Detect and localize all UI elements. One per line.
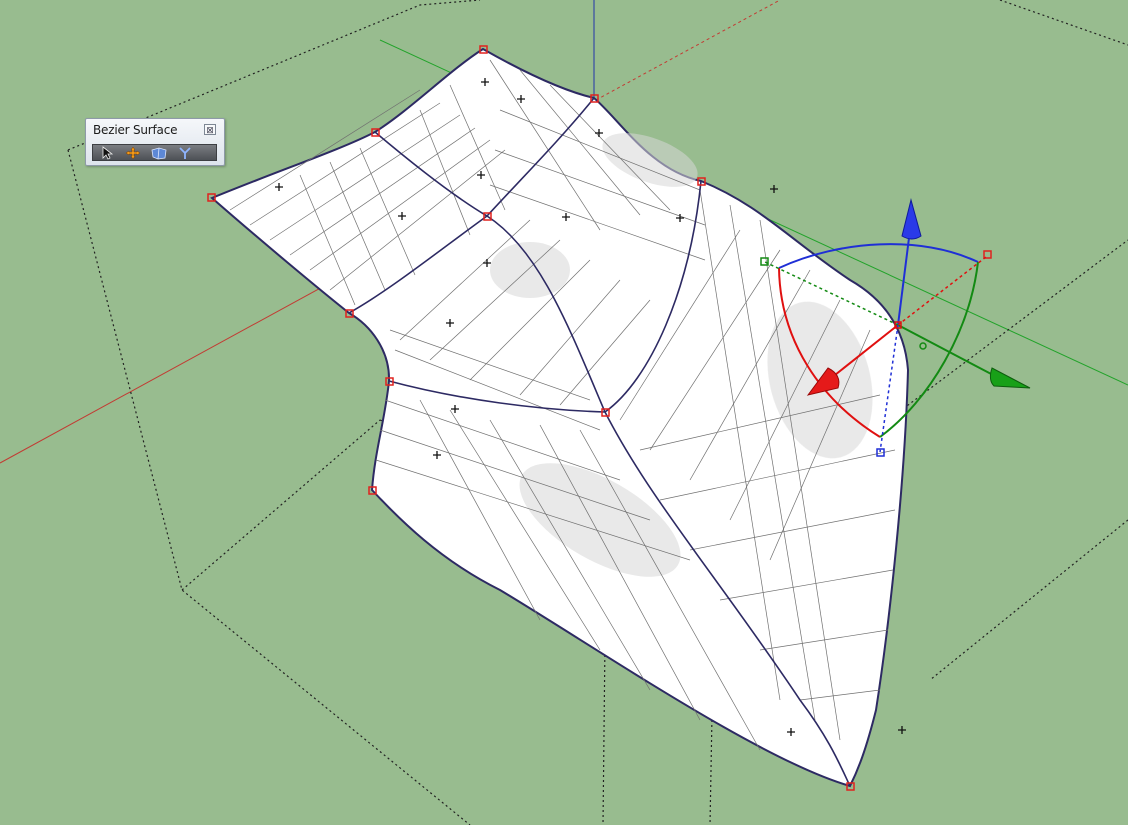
toolbar-title: Bezier Surface [93,123,178,137]
move-tool-button[interactable] [121,145,145,160]
split-edge-icon [179,146,191,159]
move-arrows-icon [125,146,141,159]
surface-tool-button[interactable] [147,145,171,160]
surface-patch-icon [151,147,167,159]
arrow-cursor-icon [102,145,114,160]
select-tool-button[interactable] [95,145,119,160]
toolbar-button-strip [92,144,217,161]
bezier-surface-toolbar[interactable]: Bezier Surface ⊠ [85,118,225,166]
split-tool-button[interactable] [173,145,197,160]
close-icon[interactable]: ⊠ [204,124,216,135]
